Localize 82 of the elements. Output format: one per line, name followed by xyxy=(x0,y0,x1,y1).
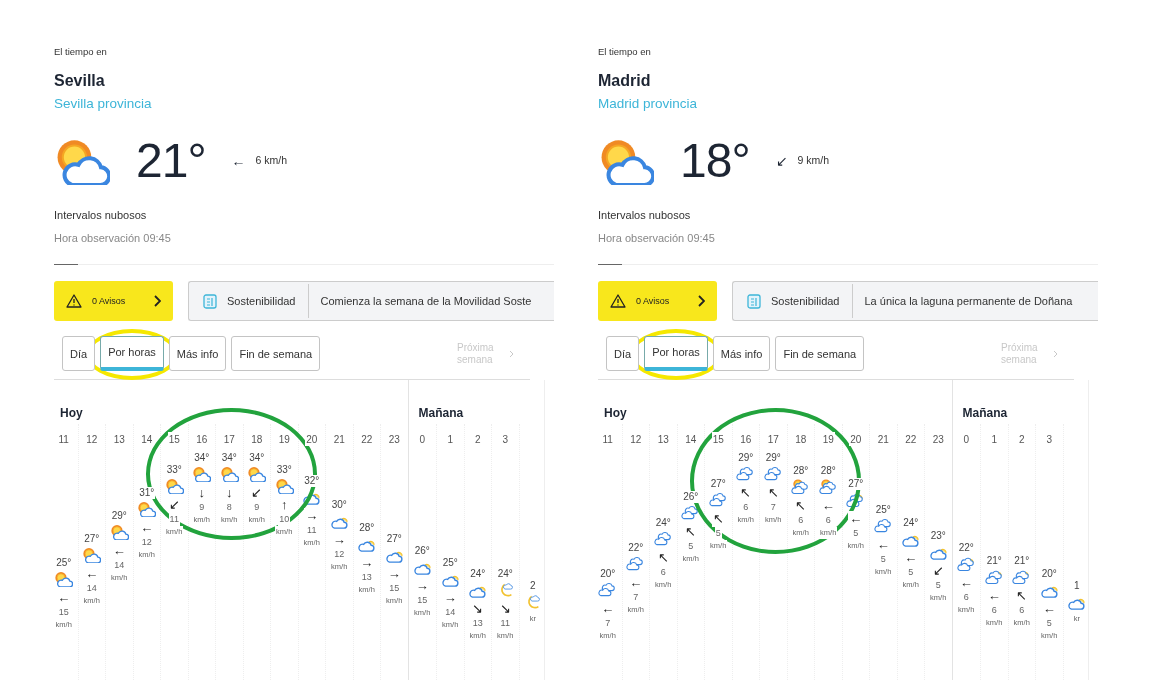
sun-clouds-icon xyxy=(846,492,866,508)
news-icon xyxy=(203,293,217,309)
location-label: El tiempo en xyxy=(598,45,651,59)
observation-time: Hora observación 09:45 xyxy=(54,230,172,246)
forecast-tab[interactable]: Por horas xyxy=(644,336,708,372)
clouds-icon xyxy=(873,517,893,534)
sun-cloud-icon xyxy=(247,466,267,483)
clouds-icon xyxy=(626,556,646,573)
forecast-tab[interactable]: Día xyxy=(606,336,640,372)
weather-condition: Intervalos nubosos xyxy=(54,208,148,224)
temperature: 31° xyxy=(138,487,156,500)
forecast-tab[interactable]: Día xyxy=(62,336,96,372)
location-label: El tiempo en xyxy=(54,45,107,59)
sun-cloud-icon xyxy=(109,524,129,541)
day-heading: Mañana xyxy=(417,405,465,423)
chevron-right-icon xyxy=(153,295,161,308)
chevron-right-icon xyxy=(697,295,705,308)
alerts-button[interactable]: 0 Avisos xyxy=(598,281,717,322)
sun-clouds-icon xyxy=(1012,569,1032,586)
chevron-right-icon xyxy=(509,349,514,358)
clouds-icon xyxy=(598,582,618,599)
observation-time: Hora observación 09:45 xyxy=(598,230,716,246)
warning-icon xyxy=(66,294,82,309)
temperature: 24° xyxy=(902,516,920,529)
temperature: 25° xyxy=(874,503,892,516)
temperature: 27° xyxy=(847,478,865,490)
temperature: 28° xyxy=(358,521,376,534)
wind-speed: 6 km/h xyxy=(255,153,288,169)
temperature: 27° xyxy=(709,478,727,490)
sun-clouds-icon xyxy=(791,479,811,496)
wind-speed: 9 km/h xyxy=(797,153,830,169)
wind-speed: 11 xyxy=(168,512,180,526)
hour-label: 20 xyxy=(305,432,319,447)
wind-arrow: ↙ xyxy=(775,151,788,171)
sun-cloud-icon xyxy=(54,570,74,587)
sun-clouds-icon xyxy=(984,569,1004,586)
forecast-tab[interactable]: Fin de semana xyxy=(231,336,321,372)
clouds-icon xyxy=(708,492,728,508)
temperature: 23° xyxy=(929,529,947,542)
temperature: 25° xyxy=(55,556,73,569)
forecast-tab[interactable]: Fin de semana xyxy=(775,336,865,372)
forecast-tab[interactable]: Más info xyxy=(712,336,771,372)
hour-label: 20 xyxy=(849,432,863,447)
day-heading: Hoy xyxy=(603,405,628,423)
clouds-icon xyxy=(681,504,701,521)
wind-arrow: ← xyxy=(231,151,246,171)
sun-cloud-icon xyxy=(274,477,294,494)
sun-clouds-icon xyxy=(818,479,838,496)
news-category: Sostenibilidad xyxy=(226,294,297,309)
weather-condition: Intervalos nubosos xyxy=(598,208,692,224)
news-headline-link[interactable]: La única la laguna permanente de Doñana xyxy=(852,293,1073,310)
sun-cloud-icon xyxy=(82,547,102,564)
warning-icon xyxy=(610,294,626,309)
day-heading: Mañana xyxy=(961,405,1009,423)
current-temperature: 18° xyxy=(680,133,750,190)
temperature: 26° xyxy=(682,490,700,503)
chevron-right-icon xyxy=(1053,349,1058,358)
temperature: 30° xyxy=(330,498,348,511)
news-category: Sostenibilidad xyxy=(770,294,841,309)
sun-cloud-icon xyxy=(164,477,184,494)
sun-cloud-icon xyxy=(137,501,157,518)
current-temperature: 21° xyxy=(136,133,206,190)
temperature: 33° xyxy=(275,463,293,476)
wind-speed: 5 xyxy=(714,527,722,540)
day-heading: Hoy xyxy=(59,405,84,423)
sun-cloud-icon xyxy=(192,466,212,483)
clouds-icon xyxy=(736,466,756,483)
clouds-icon xyxy=(763,466,783,483)
news-icon xyxy=(747,293,761,309)
temperature: 32° xyxy=(303,475,321,488)
sun-clouds-icon xyxy=(956,556,976,573)
city-name: Madrid xyxy=(598,71,652,92)
forecast-tab[interactable]: Más info xyxy=(168,336,227,372)
news-headline-link[interactable]: Comienza la semana de la Movilidad Soste xyxy=(308,293,532,310)
clouds-icon xyxy=(653,530,673,547)
city-name: Sevilla xyxy=(54,71,106,92)
temperature: 25° xyxy=(441,556,459,569)
alerts-button[interactable]: 0 Avisos xyxy=(54,281,173,322)
sun-cloud-icon xyxy=(219,466,239,483)
temperature: 24° xyxy=(654,516,672,529)
forecast-tab[interactable]: Por horas xyxy=(100,336,164,372)
temperature: 33° xyxy=(165,463,183,476)
